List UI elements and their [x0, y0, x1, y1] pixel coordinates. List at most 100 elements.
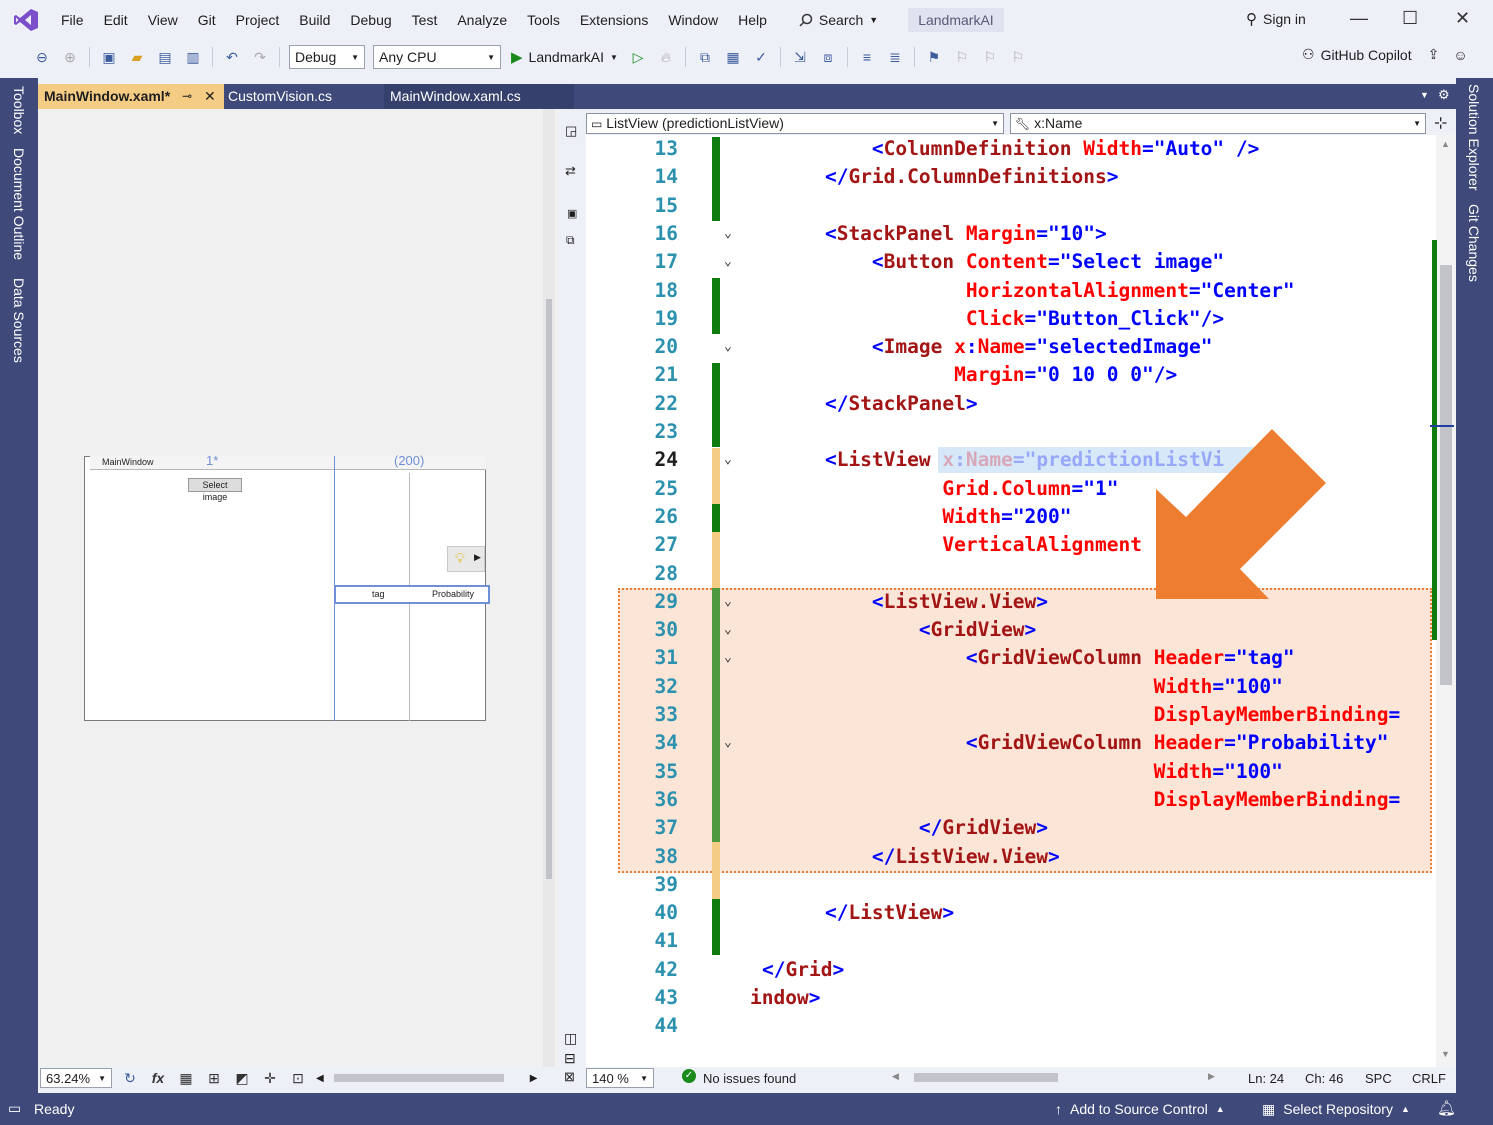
start-without-debugging-icon[interactable]: ▷	[627, 46, 649, 68]
menu-item[interactable]: Git	[188, 0, 226, 40]
split-icon[interactable]: ◲	[565, 123, 577, 139]
spell-check-icon[interactable]: ✓	[750, 46, 772, 68]
document-outline-tab[interactable]: Document Outline	[11, 148, 27, 260]
line-number-status[interactable]: Ln: 24	[1248, 1071, 1284, 1086]
snap-grid-icon[interactable]: ⊞	[203, 1067, 225, 1089]
toolbox-tab[interactable]: Toolbox	[11, 86, 27, 134]
maximize-button[interactable]: ☐	[1402, 8, 1418, 29]
device-icon[interactable]: ⊡	[287, 1067, 309, 1089]
editor-vertical-scrollbar[interactable]: ▲ ▼	[1430, 135, 1456, 1067]
editor-scroll-thumb[interactable]	[1440, 265, 1452, 685]
pin-icon[interactable]: ⊸	[182, 84, 192, 109]
designer-horizontal-scroll-thumb[interactable]	[333, 1074, 504, 1082]
fx-effects-icon[interactable]: fx	[147, 1067, 169, 1089]
designer-select-image-button[interactable]: Select image	[188, 478, 242, 502]
menu-item[interactable]: Test	[402, 0, 448, 40]
xaml-code-editor[interactable]: 13 <ColumnDefinition Width="Auto" /> 14 <…	[586, 135, 1436, 1067]
column-size-star[interactable]: 1*	[206, 453, 218, 468]
menu-item[interactable]: File	[51, 0, 94, 40]
hot-reload-icon[interactable]: 🔥︎	[655, 46, 677, 68]
layout-icon[interactable]: ▦	[722, 46, 744, 68]
refresh-icon[interactable]: ↻	[119, 1067, 141, 1089]
data-sources-tab[interactable]: Data Sources	[11, 278, 27, 363]
fold-toggle-icon[interactable]: ⌄	[724, 248, 742, 276]
comment-icon[interactable]: ≡	[856, 46, 878, 68]
scroll-left-icon[interactable]: ◀	[892, 1071, 899, 1082]
code-line[interactable]: 44	[586, 1012, 1436, 1040]
fold-toggle-icon[interactable]: ⌄	[724, 616, 742, 644]
solution-explorer-tab[interactable]: Solution Explorer	[1466, 84, 1482, 191]
expand-pane-icon[interactable]: ⊠	[564, 1069, 575, 1085]
designer-scroll-thumb[interactable]	[546, 299, 552, 879]
whitespace-status[interactable]: SPC	[1365, 1071, 1392, 1086]
grid-icon[interactable]: ▦	[175, 1067, 197, 1089]
step-icon[interactable]: ⇲	[789, 46, 811, 68]
horizontal-split-icon[interactable]: ⊟	[564, 1050, 576, 1067]
swap-panes-icon[interactable]: ⇄	[565, 163, 576, 179]
save-all-icon[interactable]: ▥	[182, 46, 204, 68]
undo-icon[interactable]: ↶	[221, 46, 243, 68]
code-line[interactable]: 42 </Grid>	[586, 956, 1436, 984]
menu-item[interactable]: Edit	[94, 0, 138, 40]
menu-item[interactable]: Analyze	[447, 0, 517, 40]
column-size-fixed[interactable]: (200)	[394, 453, 424, 468]
redo-icon[interactable]: ↷	[249, 46, 271, 68]
git-changes-tab[interactable]: Git Changes	[1466, 204, 1482, 282]
xaml-designer[interactable]: MainWindow 1* (200) Select image 💡︎ ▶ ta…	[38, 109, 558, 1067]
solution-configuration-select[interactable]: Debug ▼	[289, 45, 365, 69]
menu-item[interactable]: Window	[658, 0, 728, 40]
scroll-up-icon[interactable]: ▲	[1441, 139, 1450, 149]
fold-toggle-icon[interactable]: ⌄	[724, 446, 742, 474]
share-icon[interactable]: ⇪	[1428, 46, 1440, 63]
new-project-icon[interactable]: ▣	[98, 46, 120, 68]
editor-zoom-select[interactable]: 140 % ▼	[586, 1068, 654, 1088]
fold-toggle-icon[interactable]: ⌄	[724, 644, 742, 672]
github-copilot-button[interactable]: ⚇ GitHub Copilot ⇪ ☺	[1302, 46, 1468, 63]
code-line[interactable]: 17 ⌄ <Button Content="Select image"	[586, 248, 1436, 276]
designer-vertical-scrollbar[interactable]	[543, 109, 555, 1067]
forward-icon[interactable]: ⊕	[59, 46, 81, 68]
scroll-right-icon[interactable]: ▶	[530, 1073, 538, 1084]
menu-item[interactable]: Help	[728, 0, 777, 40]
close-window-button[interactable]: ✕	[1455, 8, 1470, 29]
tab-overflow-icon[interactable]: ▼	[1420, 90, 1429, 100]
scroll-left-icon[interactable]: ◀	[316, 1073, 324, 1084]
sign-in-button[interactable]: ⚲ Sign in	[1246, 10, 1306, 28]
line-ending-status[interactable]: CRLF	[1412, 1071, 1446, 1086]
popout-icon[interactable]: ⧉	[566, 233, 575, 248]
save-icon[interactable]: ▤	[154, 46, 176, 68]
editor-horizontal-scroll-thumb[interactable]	[914, 1073, 1058, 1082]
code-line[interactable]: 16 ⌄ <StackPanel Margin="10">	[586, 220, 1436, 248]
tab-customvision-cs[interactable]: CustomVision.cs	[222, 84, 382, 109]
feedback-icon[interactable]: ☺	[1453, 47, 1467, 63]
scroll-down-icon[interactable]: ▼	[1441, 1049, 1450, 1059]
solution-platform-select[interactable]: Any CPU ▼	[373, 45, 501, 69]
clear-bookmarks-icon[interactable]: ⚐	[1007, 46, 1029, 68]
fold-toggle-icon[interactable]: ⌄	[724, 333, 742, 361]
code-line[interactable]: 20 ⌄ <Image x:Name="selectedImage"	[586, 333, 1436, 361]
listview-header-row[interactable]: tag Probability	[334, 585, 490, 604]
menu-item[interactable]: Extensions	[570, 0, 658, 40]
menu-item[interactable]: Build	[289, 0, 340, 40]
tab-mainwindow-xaml-cs[interactable]: MainWindow.xaml.cs	[384, 84, 574, 109]
element-navigation-select[interactable]: ▭ ListView (predictionListView) ▼	[586, 113, 1004, 134]
column-number-status[interactable]: Ch: 46	[1305, 1071, 1343, 1086]
snap-lines-icon[interactable]: ✛	[259, 1067, 281, 1089]
fold-toggle-icon[interactable]: ⌄	[724, 588, 742, 616]
add-to-source-control-button[interactable]: ↑ Add to Source Control ▲	[1055, 1101, 1225, 1117]
notifications-bell-icon[interactable]: 🔔︎	[1437, 1099, 1456, 1117]
visual-studio-logo-icon[interactable]	[13, 7, 39, 33]
vertical-split-icon[interactable]: ◫	[564, 1030, 577, 1047]
menu-item[interactable]: View	[138, 0, 188, 40]
issues-status[interactable]: No issues found	[703, 1071, 796, 1086]
next-bookmark-icon[interactable]: ⚐	[979, 46, 1001, 68]
code-line[interactable]: 43 indow>	[586, 984, 1436, 1012]
scroll-right-icon[interactable]: ▶	[1208, 1071, 1215, 1082]
fold-toggle-icon[interactable]: ⌄	[724, 729, 742, 757]
bookmark-icon[interactable]: ⚑	[923, 46, 945, 68]
uncomment-icon[interactable]: ≣	[884, 46, 906, 68]
search-button[interactable]: Search ▼	[791, 12, 886, 28]
tab-mainwindow-xaml[interactable]: MainWindow.xaml* ⊸ ✕	[38, 84, 224, 109]
select-repository-button[interactable]: ▦ Select Repository ▲	[1262, 1101, 1410, 1118]
solution-explorer-icon[interactable]: ⧉	[694, 46, 716, 68]
